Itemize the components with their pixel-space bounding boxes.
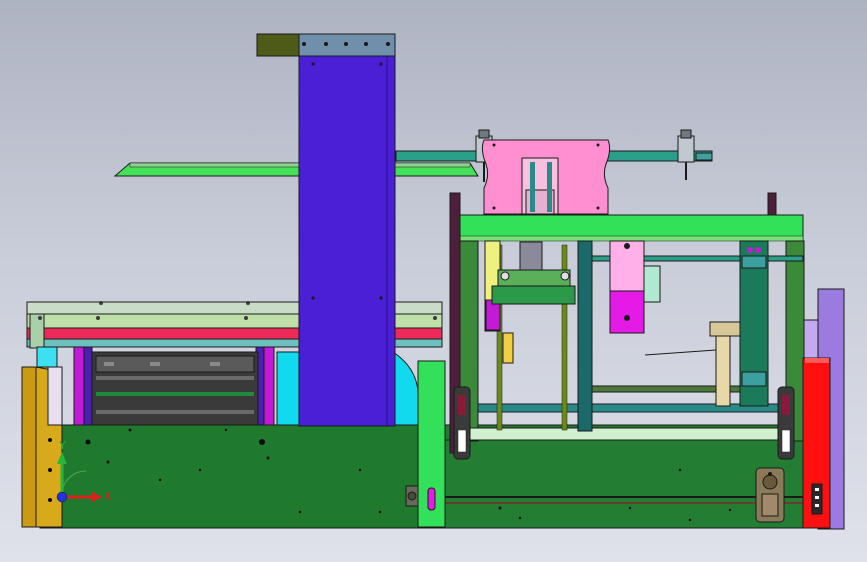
machine-assembly-drawing: Y X [21, 33, 845, 530]
wheel-left [453, 386, 471, 460]
motor-gearbox [755, 467, 785, 523]
cyan-cylinder [36, 346, 58, 368]
cyan-guard [276, 351, 301, 426]
frame-right-post [767, 192, 777, 216]
cap-olive [256, 33, 302, 57]
clamp-right [677, 129, 695, 180]
cad-viewport[interactable]: Y X [0, 0, 867, 562]
center-carriage [491, 285, 576, 305]
triad-z-axis [56, 491, 68, 503]
purple-column [298, 55, 396, 427]
magenta-post-left [73, 346, 85, 426]
wheel-right [777, 386, 795, 460]
triad-x-label: X [104, 490, 112, 503]
triad-y-label: Y [58, 439, 66, 452]
magenta-post-right [263, 346, 275, 426]
